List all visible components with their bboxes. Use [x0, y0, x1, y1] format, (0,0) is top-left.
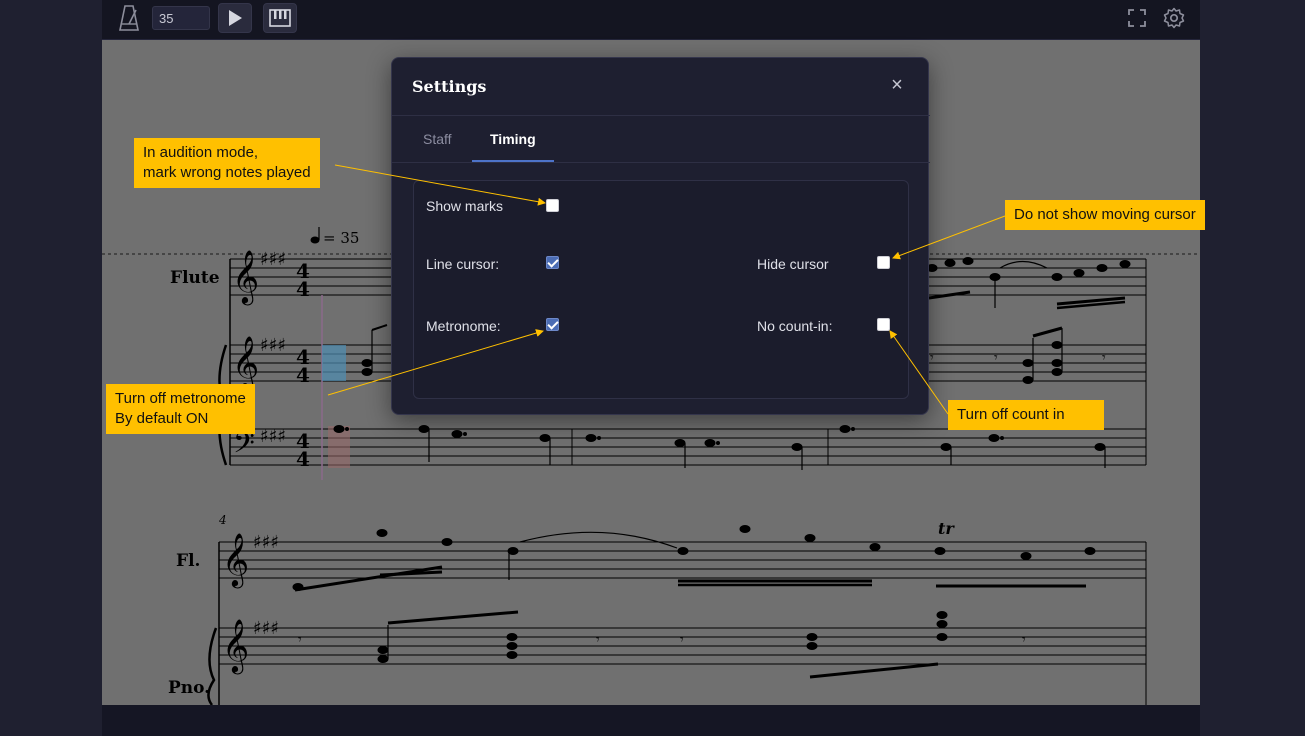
show-marks-label: Show marks — [426, 198, 504, 214]
svg-text:𝄞: 𝄞 — [232, 335, 259, 391]
line-cursor-label: Line cursor: — [426, 256, 500, 272]
metronome-icon[interactable] — [112, 3, 146, 33]
show-marks-checkbox[interactable] — [546, 199, 559, 212]
callout-metronome: Turn off metronome By default ON — [106, 384, 255, 434]
close-icon[interactable]: × — [886, 74, 908, 96]
svg-text:𝄾: 𝄾 — [1102, 350, 1106, 366]
timing-options-panel: Show marks Line cursor: Metronome: Hide … — [413, 180, 909, 399]
tempo-input[interactable] — [152, 6, 210, 30]
svg-text:𝄾: 𝄾 — [680, 632, 684, 648]
hide-cursor-label: Hide cursor — [757, 256, 829, 272]
tempo-marking: = 35 — [323, 229, 359, 247]
piano-button[interactable] — [263, 3, 297, 33]
settings-dialog: Settings × Staff Timing Show marks Line … — [391, 57, 930, 415]
toolbar — [102, 0, 1200, 40]
no-count-in-checkbox[interactable] — [877, 318, 890, 331]
metronome-label: Metronome: — [426, 318, 501, 334]
tab-timing[interactable]: Timing — [490, 131, 536, 147]
fullscreen-icon — [1128, 9, 1146, 27]
svg-text:𝄾: 𝄾 — [930, 350, 934, 366]
callout-line: By default ON — [115, 410, 209, 427]
settings-button[interactable] — [1157, 3, 1191, 33]
callout-cursor: Do not show moving cursor — [1005, 200, 1205, 230]
svg-text:♯♯♯: ♯♯♯ — [260, 426, 286, 447]
svg-text:𝄾: 𝄾 — [994, 350, 998, 366]
divider — [392, 162, 930, 163]
callout-count-in: Turn off count in — [948, 400, 1104, 430]
svg-text:𝄞: 𝄞 — [232, 249, 259, 305]
svg-text:𝄾: 𝄾 — [298, 632, 302, 648]
svg-text:4: 4 — [296, 447, 310, 471]
svg-text:♯♯♯: ♯♯♯ — [253, 618, 279, 639]
gear-icon — [1163, 7, 1185, 29]
line-cursor-checkbox[interactable] — [546, 256, 559, 269]
divider — [392, 115, 930, 116]
svg-text:♯♯♯: ♯♯♯ — [260, 249, 286, 270]
play-button[interactable] — [218, 3, 252, 33]
callout-line: mark wrong notes played — [143, 164, 311, 181]
hide-cursor-checkbox[interactable] — [877, 256, 890, 269]
play-icon — [229, 10, 242, 26]
tab-staff[interactable]: Staff — [423, 131, 452, 147]
bottom-bar — [102, 705, 1200, 736]
callout-line: In audition mode, — [143, 144, 259, 161]
svg-text:𝄾: 𝄾 — [596, 632, 600, 648]
svg-text:𝄞: 𝄞 — [222, 618, 249, 674]
no-count-in-label: No count-in: — [757, 318, 833, 334]
metronome-checkbox[interactable] — [546, 318, 559, 331]
instrument-name-pno: Pno. — [168, 678, 210, 698]
instrument-name-fl: Fl. — [176, 551, 200, 571]
instrument-name-flute: Flute — [170, 268, 220, 288]
callout-line: Turn off metronome — [115, 390, 246, 407]
svg-text:4: 4 — [296, 363, 310, 387]
svg-text:4: 4 — [296, 277, 310, 301]
piano-keyboard-icon — [269, 9, 291, 27]
measure-number: 4 — [218, 513, 227, 527]
fullscreen-button[interactable] — [1120, 3, 1154, 33]
callout-audition-mode: In audition mode, mark wrong notes playe… — [134, 138, 320, 188]
svg-text:𝄞: 𝄞 — [222, 532, 249, 588]
svg-text:♯♯♯: ♯♯♯ — [260, 335, 286, 356]
svg-text:♯♯♯: ♯♯♯ — [253, 532, 279, 553]
svg-text:𝄾: 𝄾 — [1022, 632, 1026, 648]
settings-title: Settings — [412, 77, 487, 96]
trill-marking: tr — [938, 519, 955, 538]
